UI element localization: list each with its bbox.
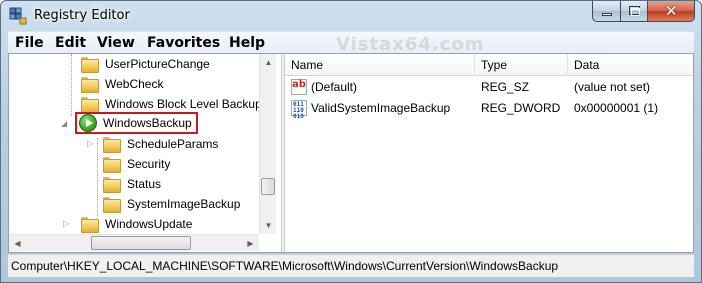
play-icon	[79, 114, 97, 132]
folder-icon	[81, 97, 99, 113]
tree-node-label: WindowsUpdate	[105, 217, 193, 231]
tree-node-label: WindowsBackup	[103, 116, 192, 130]
expand-arrow-icon[interactable]: ▷	[87, 139, 93, 148]
tree-node-status[interactable]: Status	[103, 174, 161, 194]
scroll-up-arrow-icon[interactable]: ▲	[260, 54, 277, 71]
title-bar[interactable]: Registry Editor ✕	[1, 1, 701, 30]
scroll-thumb[interactable]	[91, 236, 191, 250]
caption-buttons: ✕	[592, 1, 695, 22]
value-name: (Default)	[311, 80, 358, 94]
menu-bar: File Edit View Favorites Help	[8, 31, 694, 53]
tree-node-label: Windows Block Level Backup	[105, 97, 262, 111]
scroll-right-arrow-icon[interactable]: ▶	[242, 235, 259, 252]
value-data: 0x00000001 (1)	[574, 101, 659, 115]
registry-editor-app-icon[interactable]	[9, 7, 27, 25]
maximize-button[interactable]	[620, 1, 647, 22]
tree-horizontal-scrollbar[interactable]: ◀ ▶	[9, 234, 259, 251]
tree-vertical-scrollbar[interactable]: ▲ ▼	[259, 54, 276, 234]
value-data: (value not set)	[574, 80, 651, 94]
tree-node-label: ScheduleParams	[127, 137, 219, 151]
tree-node-windows-block-level-backup[interactable]: Windows Block Level Backup	[81, 94, 262, 114]
folder-icon	[81, 217, 99, 233]
close-icon: ✕	[665, 2, 678, 20]
menu-edit[interactable]: Edit	[55, 35, 86, 51]
maximize-icon	[629, 6, 640, 16]
list-row[interactable]: 011 110 010 ValidSystemImageBackup REG_DWO…	[285, 99, 693, 120]
string-value-icon: ab	[291, 79, 307, 95]
menu-favorites[interactable]: Favorites	[147, 35, 220, 51]
menu-view[interactable]: View	[97, 35, 135, 51]
menu-help[interactable]: Help	[229, 35, 265, 51]
tree-node-security[interactable]: Security	[103, 154, 170, 174]
tree-node-systemimagebackup[interactable]: SystemImageBackup	[103, 194, 240, 214]
tree-node-userpicturechange[interactable]: UserPictureChange	[81, 54, 210, 74]
tree-node-windowsbackup[interactable]: WindowsBackup	[75, 112, 198, 134]
window-title: Registry Editor	[34, 8, 130, 23]
minimize-button[interactable]	[592, 1, 620, 22]
column-header-data[interactable]: Data	[568, 54, 693, 76]
tree-node-label: Status	[127, 177, 162, 191]
value-type: REG_DWORD	[481, 101, 561, 115]
content-area: UserPictureChange WebCheck Windows Block…	[8, 53, 694, 253]
tree-node-windowsupdate[interactable]: WindowsUpdate	[81, 214, 192, 234]
tree-node-label: WebCheck	[105, 77, 164, 91]
tree-node-webcheck[interactable]: WebCheck	[81, 74, 163, 94]
folder-icon	[103, 137, 121, 153]
column-header-name[interactable]: Name	[285, 54, 475, 76]
tree-node-label: Security	[127, 157, 171, 171]
scroll-thumb[interactable]	[261, 178, 275, 195]
folder-icon	[103, 177, 121, 193]
list-header: Name Type Data	[285, 54, 693, 76]
registry-tree: UserPictureChange WebCheck Windows Block…	[9, 54, 281, 252]
column-header-type[interactable]: Type	[475, 54, 568, 76]
tree-node-label: UserPictureChange	[105, 57, 210, 71]
value-type: REG_SZ	[481, 80, 530, 94]
status-bar: Computer\HKEY_LOCAL_MACHINE\SOFTWARE\Mic…	[8, 254, 694, 277]
values-list: Name Type Data ab (Default) REG_SZ (valu…	[285, 54, 693, 252]
registry-editor-window: Registry Editor ✕ File Edit View Favorit…	[0, 0, 702, 283]
folder-icon	[81, 57, 99, 73]
folder-icon	[103, 197, 121, 213]
binary-value-icon: 011 110 010	[291, 100, 307, 120]
list-row[interactable]: ab (Default) REG_SZ (value not set)	[285, 78, 693, 97]
close-button[interactable]: ✕	[647, 1, 695, 22]
menu-file[interactable]: File	[15, 35, 44, 51]
minimize-icon	[602, 13, 612, 16]
scroll-left-arrow-icon[interactable]: ◀	[9, 235, 26, 252]
scroll-down-arrow-icon[interactable]: ▼	[260, 217, 277, 234]
expand-arrow-icon[interactable]: ▷	[63, 219, 69, 228]
collapse-arrow-icon[interactable]: ◢	[61, 119, 67, 128]
tree-node-label: SystemImageBackup	[127, 197, 241, 211]
value-name: ValidSystemImageBackup	[311, 101, 451, 115]
status-path: Computer\HKEY_LOCAL_MACHINE\SOFTWARE\Mic…	[11, 259, 559, 273]
tree-connector-line	[71, 54, 72, 116]
folder-icon	[103, 157, 121, 173]
tree-node-scheduleparams[interactable]: ScheduleParams	[103, 134, 218, 154]
folder-icon	[81, 77, 99, 93]
